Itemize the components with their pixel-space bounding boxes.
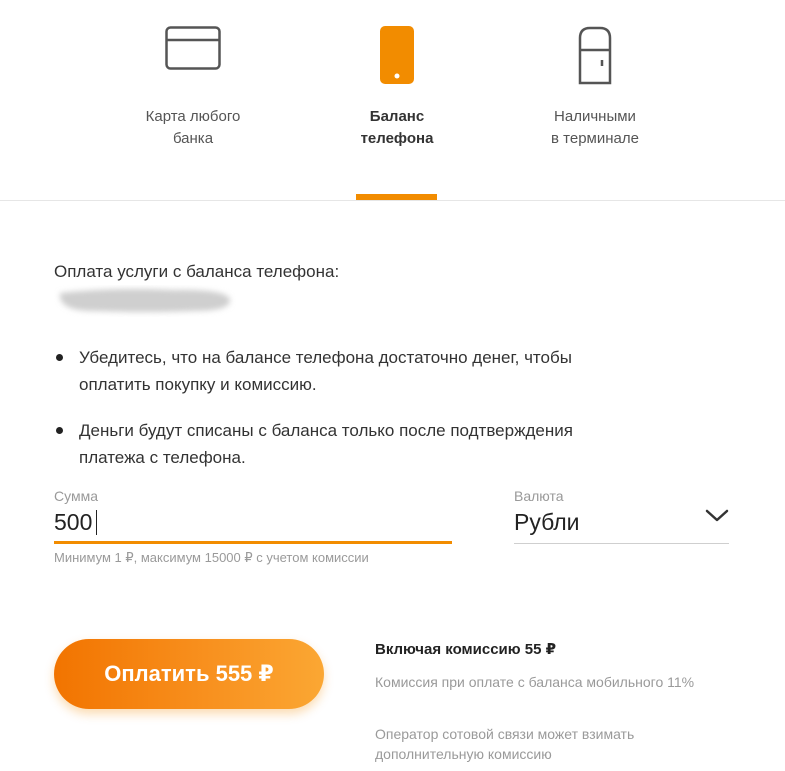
amount-input[interactable]: 500 <box>54 509 92 536</box>
tab-terminal-cash[interactable]: Наличными в терминале <box>520 0 670 200</box>
credit-card-icon <box>165 26 221 75</box>
amount-label: Сумма <box>54 488 98 504</box>
bullet-icon <box>56 354 63 361</box>
bullet-icon <box>56 427 63 434</box>
list-item: Убедитесь, что на балансе телефона доста… <box>54 344 574 398</box>
mobile-phone-icon <box>380 26 414 89</box>
tab-terminal-cash-label: Наличными в терминале <box>551 108 639 147</box>
intro-text: Оплата услуги с баланса телефона: <box>54 262 340 281</box>
fee-note-operator: Оператор сотовой связи может взимать доп… <box>375 726 635 762</box>
tab-bank-card[interactable]: Карта любого банка <box>118 0 268 200</box>
currency-select[interactable]: Рубли <box>514 509 580 536</box>
payment-terminal-icon <box>575 26 615 91</box>
info-list: Убедитесь, что на балансе телефона доста… <box>54 344 574 490</box>
payment-method-tabs: Карта любого банка Баланс телефона Налич… <box>0 0 785 201</box>
tab-bank-card-label: Карта любого банка <box>145 108 241 147</box>
amount-hint: Минимум 1 ₽, максимум 15000 ₽ с учетом к… <box>54 550 369 565</box>
tab-phone-balance-label: Баланс телефона <box>360 108 434 147</box>
pay-button[interactable]: Оплатить 555 ₽ <box>54 639 324 709</box>
tab-phone-balance[interactable]: Баланс телефона <box>327 0 467 200</box>
chevron-down-icon[interactable] <box>704 506 730 529</box>
redacted-phone-blur <box>54 285 236 317</box>
fee-note-commission: Комиссия при оплате с баланса мобильного… <box>375 674 695 690</box>
fee-title: Включая комиссию 55 ₽ <box>375 641 557 658</box>
list-item: Деньги будут списаны с баланса только по… <box>54 417 574 471</box>
text-caret <box>96 510 97 535</box>
amount-input-underline <box>54 541 452 544</box>
currency-label: Валюта <box>514 488 564 504</box>
active-tab-indicator <box>356 194 437 200</box>
currency-select-underline <box>514 543 729 544</box>
